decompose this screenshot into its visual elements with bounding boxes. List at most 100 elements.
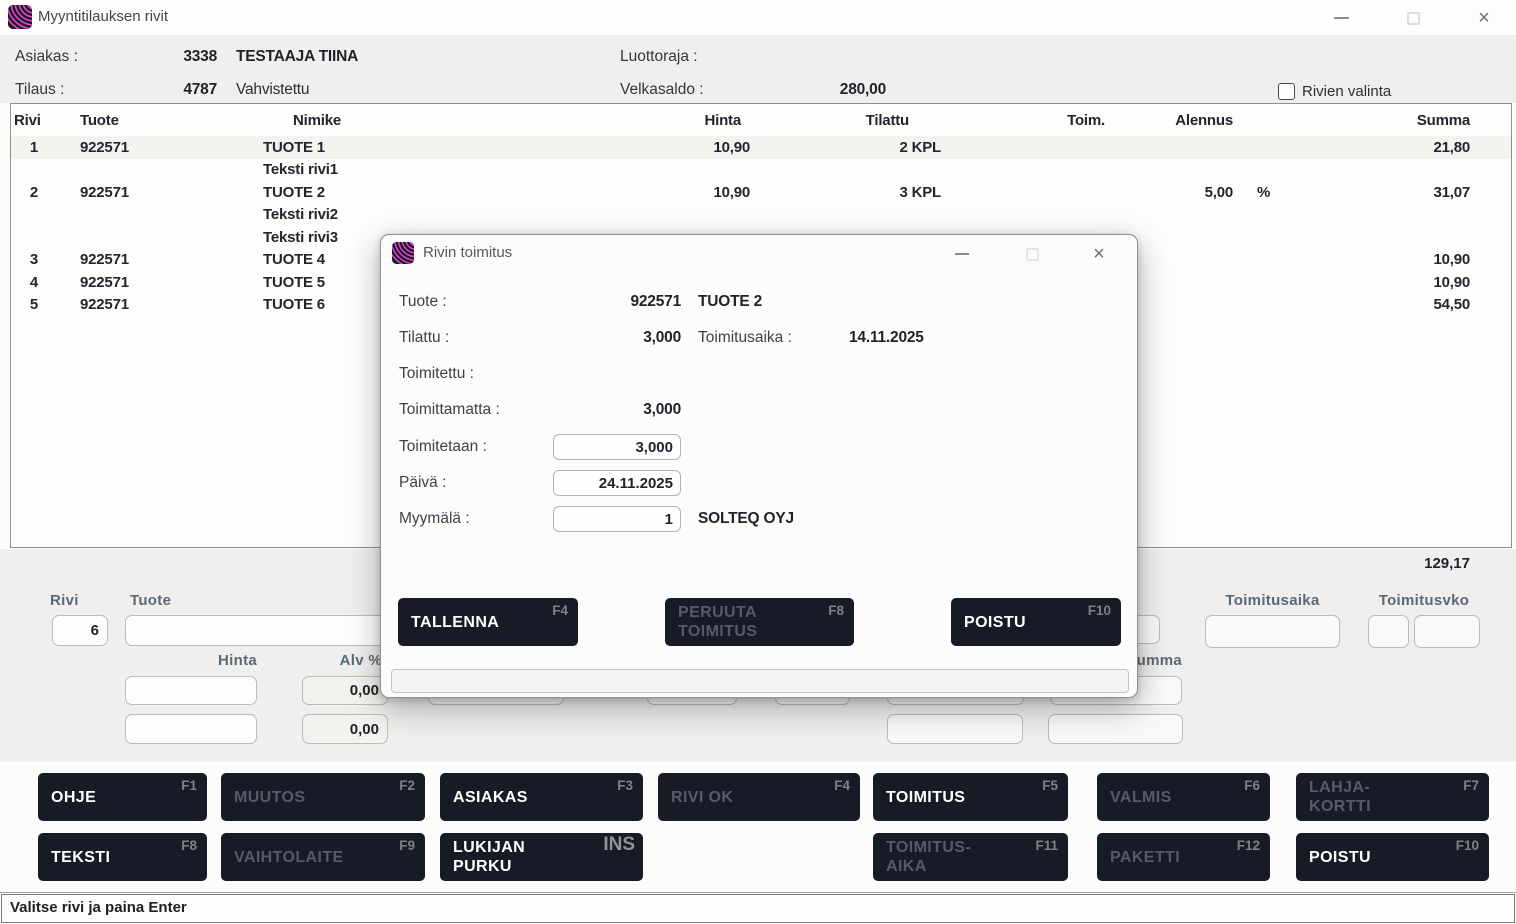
peruuta-toimitus-button[interactable]: PERUUTATOIMITUS F8 xyxy=(665,598,854,646)
tuote-field-label: Tuote xyxy=(130,592,171,609)
toimitusvko-field-label: Toimitusvko xyxy=(1368,592,1480,609)
table-row[interactable]: 2 922571 TUOTE 2 10,90 3 KPL 5,00 % 31,0… xyxy=(11,181,1511,204)
myymala-input[interactable] xyxy=(553,506,681,532)
tallenna-button[interactable]: TALLENNA F4 xyxy=(398,598,578,646)
rivien-valinta-checkbox[interactable] xyxy=(1278,83,1295,100)
toimitusaika-input[interactable] xyxy=(1205,615,1340,648)
lukijan-purku-button[interactable]: LUKIJANPURKU INS xyxy=(440,833,643,881)
toimitusvko-input-2[interactable] xyxy=(1414,615,1480,648)
col-header-alennus: Alennus xyxy=(1105,112,1233,129)
fn-key-hint: F3 xyxy=(617,778,633,793)
valmis-button[interactable]: VALMIS F6 xyxy=(1097,773,1270,821)
main-titlebar[interactable]: Myyntitilauksen rivit × xyxy=(0,0,1516,35)
cell-tuote: 922571 xyxy=(80,296,213,313)
cell-summa: 54,50 xyxy=(1278,296,1470,313)
fn-key-hint: F1 xyxy=(181,778,197,793)
alennus2-input[interactable] xyxy=(887,714,1023,744)
cell-nimike: TUOTE 1 xyxy=(263,139,660,156)
cell-tuote: 922571 xyxy=(80,139,213,156)
cell-rivi: 4 xyxy=(11,274,38,291)
vaihtolaite-button[interactable]: VAIHTOLAITE F9 xyxy=(221,833,425,881)
cell-hinta: 10,90 xyxy=(660,184,750,201)
col-header-rivi: Rivi xyxy=(11,112,38,129)
dlg-myymala-name-text: SOLTEQ OYJ xyxy=(698,510,794,527)
cell-summa: 10,90 xyxy=(1278,251,1470,268)
tilaus-label: Tilaus : xyxy=(15,81,64,99)
dlg-tuote-name: TUOTE 2 xyxy=(698,293,762,311)
dlg-tilattu-value: 3,000 xyxy=(531,329,681,347)
alv2-input[interactable] xyxy=(302,714,388,744)
button-label: RIVI OK xyxy=(671,788,860,807)
dlg-toimittamatta-label: Toimittamatta : xyxy=(399,401,500,419)
fn-key-hint: F7 xyxy=(1463,778,1479,793)
table-row-text[interactable]: Teksti rivi2 xyxy=(11,204,1511,227)
statusbar: Valitse rivi ja paina Enter xyxy=(1,894,1515,923)
dlg-myymala-name: SOLTEQ OYJ xyxy=(698,510,794,528)
teksti-button[interactable]: TEKSTI F8 xyxy=(38,833,207,881)
cell-nimike: Teksti rivi2 xyxy=(263,206,660,223)
hinta2-input[interactable] xyxy=(125,714,257,744)
fn-key-hint: F5 xyxy=(1042,778,1058,793)
statusbar-separator xyxy=(0,892,1516,893)
velkasaldo-label: Velkasaldo : xyxy=(620,81,704,99)
toimitus-button[interactable]: TOIMITUS F5 xyxy=(873,773,1068,821)
cell-summa: 31,07 xyxy=(1278,184,1470,201)
paiva-input[interactable] xyxy=(553,470,681,496)
dlg-toimitusaika-value-text: 14.11.2025 xyxy=(849,329,924,346)
ins-key-hint: INS xyxy=(603,834,635,856)
fn-key-hint: F6 xyxy=(1244,778,1260,793)
fn-key-hint: F11 xyxy=(1035,838,1058,853)
paketti-button[interactable]: PAKETTI F12 xyxy=(1097,833,1270,881)
table-row[interactable]: 1 922571 TUOTE 1 10,90 2 KPL 21,80 xyxy=(11,136,1511,159)
ohje-button[interactable]: OHJE F1 xyxy=(38,773,207,821)
toimitusaika-button[interactable]: TOIMITUS-AIKA F11 xyxy=(873,833,1068,881)
minimize-icon xyxy=(955,253,969,255)
rivin-toimitus-dialog: Rivin toimitus × Tuote : 922571 TUOTE 2 … xyxy=(380,234,1138,698)
dlg-toimittamatta-value: 3,000 xyxy=(531,401,681,419)
dialog-poistu-button[interactable]: POISTU F10 xyxy=(951,598,1121,646)
asiakas-label: Asiakas : xyxy=(15,48,78,66)
close-button[interactable]: × xyxy=(1469,8,1499,28)
minimize-button[interactable] xyxy=(1326,8,1356,28)
dlg-paiva-label: Päivä : xyxy=(399,474,446,492)
hinta-field-label: Hinta xyxy=(125,652,257,669)
maximize-icon xyxy=(1026,248,1039,261)
maximize-button[interactable] xyxy=(1398,8,1428,28)
toimitetaan-input[interactable] xyxy=(553,434,681,460)
alv-field-label: Alv % xyxy=(302,652,382,669)
close-icon: × xyxy=(1478,8,1490,28)
lahjakortti-button[interactable]: LAHJA-KORTTI F7 xyxy=(1296,773,1489,821)
toimitusaika-field-label: Toimitusaika xyxy=(1205,592,1340,609)
app-logo-icon xyxy=(8,5,32,29)
rivien-valinta-label: Rivien valinta xyxy=(1302,83,1391,100)
rivi-input[interactable] xyxy=(52,615,108,646)
col-header-tuote: Tuote xyxy=(80,112,213,129)
function-button-bar: OHJE F1 MUUTOS F2 ASIAKAS F3 RIVI OK F4 … xyxy=(0,762,1516,892)
button-label-2: TOIMITUS xyxy=(678,622,854,641)
dialog-title: Rivin toimitus xyxy=(423,244,512,261)
summa2-input[interactable] xyxy=(1048,714,1183,744)
alv-input[interactable] xyxy=(302,676,388,705)
toimitusvko-input-1[interactable] xyxy=(1368,615,1409,648)
poistu-button[interactable]: POISTU F10 xyxy=(1296,833,1489,881)
dlg-toimitettu-label: Toimitettu : xyxy=(399,365,474,383)
fn-key-hint: F4 xyxy=(834,778,850,793)
dlg-myymala-label: Myymälä : xyxy=(399,510,470,528)
table-row-text[interactable]: Teksti rivi1 xyxy=(11,159,1511,182)
cell-alennus-pct: % xyxy=(1233,184,1278,201)
hinta-input[interactable] xyxy=(125,676,257,705)
muutos-button[interactable]: MUUTOS F2 xyxy=(221,773,425,821)
asiakas-button[interactable]: ASIAKAS F3 xyxy=(440,773,643,821)
button-label: MUUTOS xyxy=(234,788,425,807)
order-header-panel: Asiakas : 3338 TESTAAJA TIINA Luottoraja… xyxy=(0,35,1516,103)
dialog-minimize-button[interactable] xyxy=(948,243,976,265)
dialog-maximize-button[interactable] xyxy=(1018,243,1046,265)
button-label: VAIHTOLAITE xyxy=(234,848,425,867)
dialog-close-button[interactable]: × xyxy=(1085,243,1113,265)
rivi-ok-button[interactable]: RIVI OK F4 xyxy=(658,773,860,821)
cell-summa: 21,80 xyxy=(1278,139,1470,156)
fn-key-hint: F9 xyxy=(399,838,415,853)
cell-alennus: 5,00 xyxy=(1105,184,1233,201)
button-label: ASIAKAS xyxy=(453,788,643,807)
dialog-titlebar[interactable]: Rivin toimitus × xyxy=(381,235,1137,273)
